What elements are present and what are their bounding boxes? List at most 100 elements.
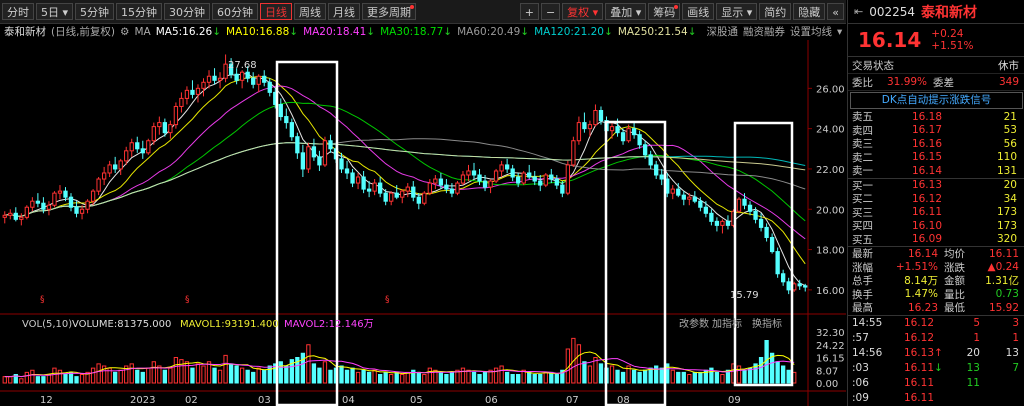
volume-bar [30, 369, 35, 384]
tick-volume: 20 [966, 347, 980, 359]
x-tick-label: 04 [342, 395, 355, 406]
buy-order-volume: 34 [1003, 192, 1017, 205]
period-more[interactable]: 更多周期 [362, 3, 417, 20]
expand-icon[interactable]: ⇤ [854, 5, 863, 18]
candle-body [118, 160, 123, 170]
volume-bar [146, 367, 151, 384]
volume-bar [687, 374, 692, 384]
link-set-ma[interactable]: 设置均线 [790, 24, 832, 39]
chips-button[interactable]: 筹码 [648, 3, 681, 20]
buy-order-row[interactable]: 买四 16.10 173 [848, 219, 1024, 233]
period-5min[interactable]: 5分钟 [75, 3, 115, 20]
volume-bar [328, 369, 333, 384]
simple-button[interactable]: 简约 [759, 3, 792, 20]
axis-labels: 26.00 24.00 22.00 20.00 18.00 16.00 32.30 24.22… [40, 84, 845, 406]
volume-bar [378, 374, 383, 384]
tick-price: 16.11 [903, 377, 934, 389]
sell-order-row[interactable]: 卖四 16.17 53 [848, 124, 1024, 138]
volume-bar [692, 371, 697, 384]
candle-body [322, 140, 328, 166]
candle-body [444, 184, 449, 190]
buy-order-price: 16.10 [911, 219, 942, 232]
sell-order-price: 16.15 [911, 151, 942, 164]
volume-bar [493, 367, 499, 384]
ma-dropdown-icon[interactable]: ▾ [837, 26, 842, 38]
volume-bar [681, 371, 686, 384]
price-pct: +1.51% [931, 40, 974, 52]
candle-body [532, 176, 537, 182]
candle-body [676, 188, 681, 196]
period-15min[interactable]: 15分钟 [116, 3, 163, 20]
sell-order-row[interactable]: 卖五 16.18 21 [848, 110, 1024, 124]
candle-body [521, 172, 526, 184]
volume-bar [162, 369, 168, 384]
price-block: 16.14 +0.24 +1.51% [848, 24, 1024, 57]
vol-mavol2: MAVOL2:12.146万 [284, 319, 374, 330]
display-label: 显示 [721, 6, 744, 19]
x-tick-label: 03 [258, 395, 271, 406]
candle-body [433, 178, 438, 184]
link-shengutong[interactable]: 深股通 [707, 24, 739, 39]
candle-body [488, 180, 493, 188]
collapse-arrow-icon[interactable]: « [827, 3, 844, 20]
period-weekly[interactable]: 周线 [294, 3, 327, 20]
volume-bar [742, 369, 747, 384]
buy-order-row[interactable]: 买一 16.13 20 [848, 179, 1024, 193]
period-5day[interactable]: 5日 ▾ [36, 3, 74, 20]
sell-order-volume: 53 [1003, 124, 1017, 137]
tick-price: 16.11 [903, 392, 934, 404]
candle-body [493, 170, 499, 182]
buy-order-row[interactable]: 买三 16.11 173 [848, 206, 1024, 220]
volume-bar [648, 367, 653, 384]
period-5day-label: 5日 [41, 6, 59, 19]
candle-body [57, 190, 63, 194]
link-rongzi[interactable]: 融资融券 [743, 24, 785, 39]
candle-body [681, 194, 686, 200]
zoom-in-button[interactable]: + [519, 3, 539, 20]
period-60min[interactable]: 60分钟 [212, 3, 259, 20]
kline-chart[interactable]: 26.00 24.00 22.00 20.00 18.00 16.00 32.30 24.22… [0, 40, 846, 406]
fuquan-button[interactable]: 复权 ▾ [562, 3, 604, 20]
candle-body [195, 87, 201, 95]
candle-body [764, 226, 769, 238]
buy-order-row[interactable]: 买二 16.12 34 [848, 192, 1024, 206]
volume-bar [267, 365, 272, 384]
candle-body [725, 220, 731, 226]
stats-block: 最新 16.14 均价 16.11 涨幅 +1.51% 涨跌 ▲0.24 总手 8.14万 金额 1.… [848, 247, 1024, 316]
period-30min[interactable]: 30分钟 [164, 3, 211, 20]
ma-value-3: MA30:18.77 [380, 25, 444, 38]
display-button[interactable]: 显示 ▾ [716, 3, 758, 20]
sell-order-price: 16.17 [911, 124, 942, 137]
y-tick-label: 22.00 [816, 165, 845, 176]
stat-value: 8.14万 [904, 275, 938, 288]
sell-order-row[interactable]: 卖二 16.15 110 [848, 151, 1024, 165]
candle-body [96, 178, 101, 192]
candle-body [609, 126, 615, 132]
signal-banner[interactable]: DK点自动提示涨跌信号 [850, 92, 1023, 109]
tick-volume: 11 [966, 377, 980, 389]
tick-volume: 13 [966, 362, 980, 374]
ma-arrow-icon: ↓ [687, 25, 697, 38]
overlay-button[interactable]: 叠加 ▾ [605, 3, 647, 20]
volume-bar [151, 361, 156, 384]
hide-button[interactable]: 隐藏 [793, 3, 826, 20]
period-daily[interactable]: 日线 [260, 3, 293, 20]
draw-button[interactable]: 画线 [682, 3, 715, 20]
candle-body [714, 220, 720, 226]
volume-bar [637, 371, 642, 384]
volume-bar [538, 374, 543, 384]
sell-order-row[interactable]: 卖一 16.14 131 [848, 164, 1024, 178]
zoom-out-button[interactable]: − [540, 3, 561, 20]
status-value: 休市 [998, 59, 1019, 72]
sell-order-row[interactable]: 卖三 16.16 56 [848, 137, 1024, 151]
period-monthly[interactable]: 月线 [328, 3, 361, 20]
settings-gear-icon[interactable]: ⚙ [120, 26, 129, 38]
period-fenshi[interactable]: 分时 [2, 3, 34, 20]
candle-body [35, 200, 41, 204]
candle-body [460, 174, 466, 184]
volume-bar [389, 374, 394, 384]
event-marker-icon: § [385, 295, 390, 305]
candle-body [422, 192, 427, 204]
buy-order-row[interactable]: 买五 16.09 320 [848, 233, 1024, 247]
sell-order-volume: 110 [996, 151, 1017, 164]
